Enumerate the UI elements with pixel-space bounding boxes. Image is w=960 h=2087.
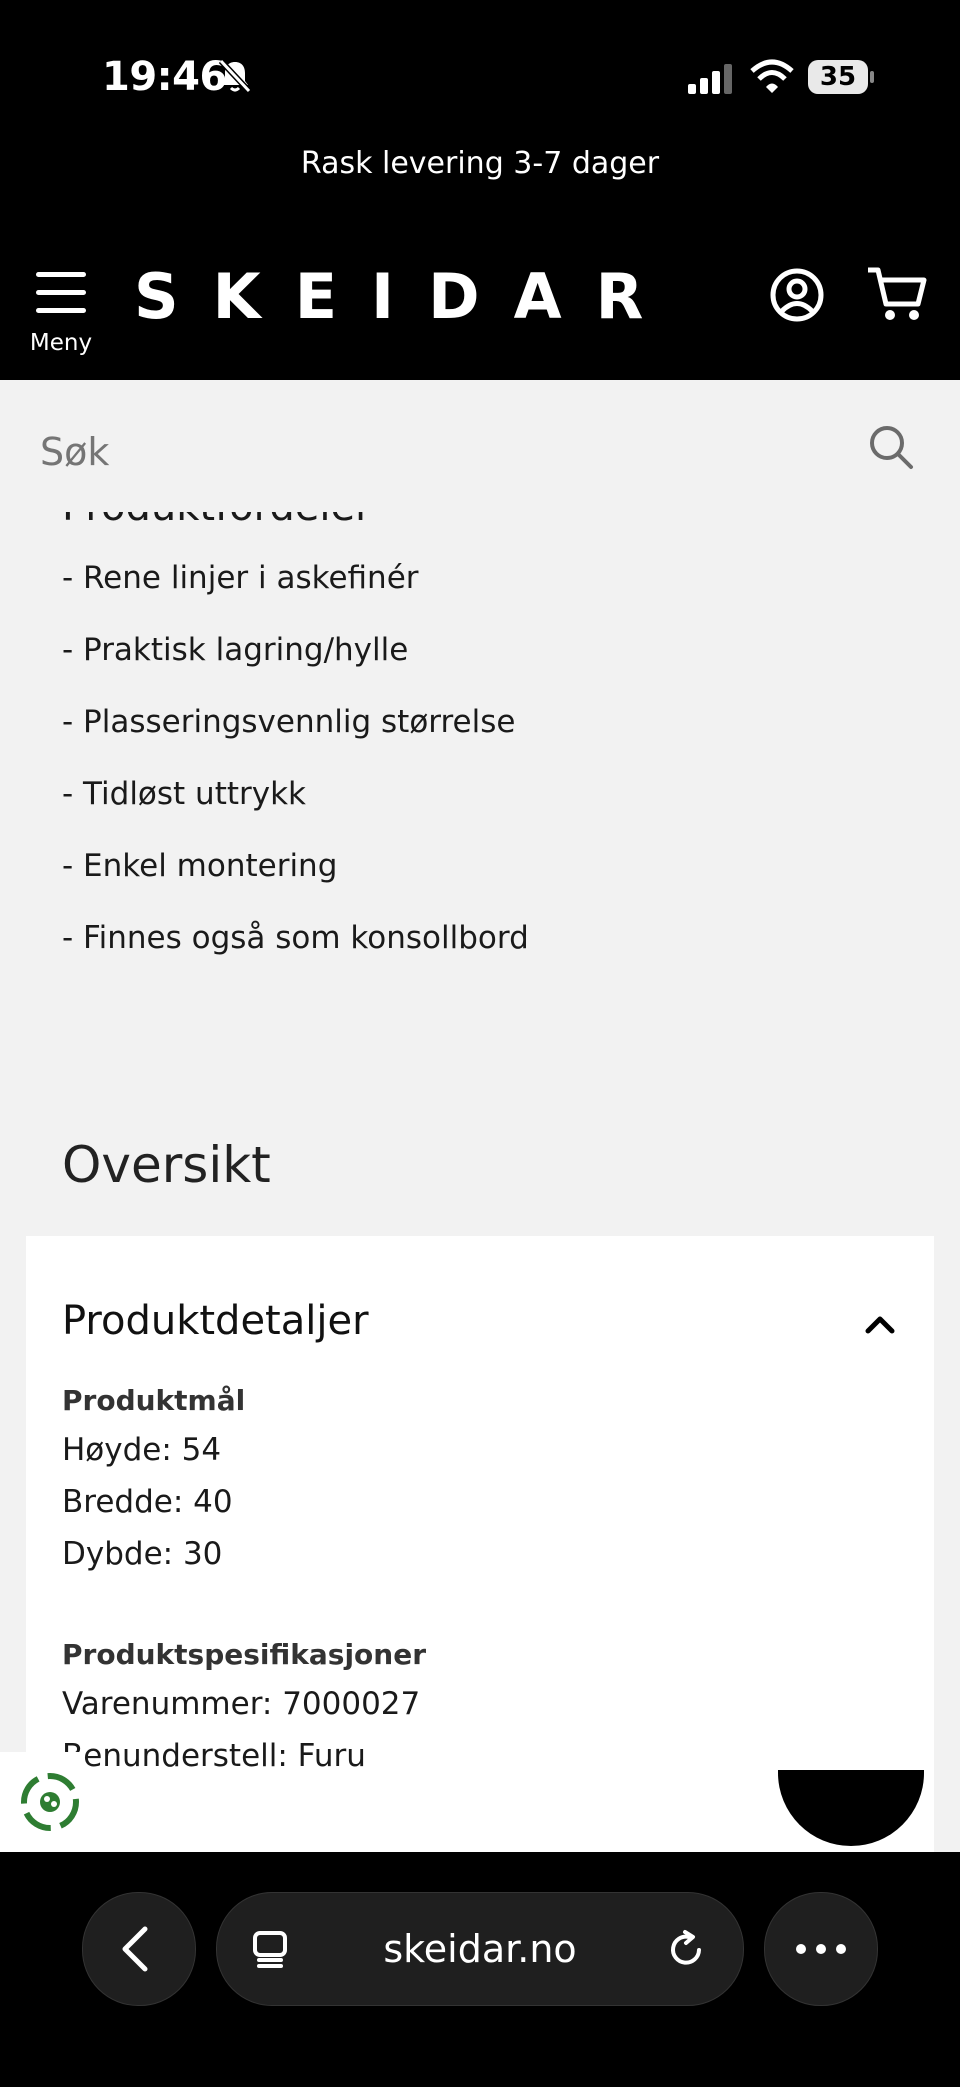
menu-button[interactable]: Meny <box>24 264 98 360</box>
benefit-item: - Praktisk lagring/hylle <box>62 632 409 668</box>
menu-label: Meny <box>29 330 93 356</box>
more-button[interactable] <box>764 1892 878 2006</box>
promo-banner: Rask levering 3-7 dager <box>300 146 660 181</box>
dimensions-heading: Produktmål <box>62 1384 246 1417</box>
overview-title: Oversikt <box>62 1136 271 1194</box>
browser-toolbar: skeidar.no <box>0 1852 960 2087</box>
battery-indicator: 35 <box>808 60 874 96</box>
top-bar: 19:46 35 Rask levering 3-7 dager Meny SK… <box>0 0 960 380</box>
address-bar[interactable]: skeidar.no <box>216 1892 744 2006</box>
cart-icon[interactable] <box>866 264 928 324</box>
back-button[interactable] <box>82 1892 196 2006</box>
signal-icon <box>688 64 732 94</box>
benefit-item: - Plasseringsvennlig størrelse <box>62 704 516 740</box>
product-details-card: Produktdetaljer Produktmål Høyde: 54 Bre… <box>26 1236 934 1852</box>
benefit-item: - Finnes også som konsollbord <box>62 920 529 956</box>
recycle-leaf-icon <box>21 1773 79 1831</box>
benefit-item: - Enkel montering <box>62 848 338 884</box>
spec-item-number: Varenummer: 7000027 <box>62 1686 421 1722</box>
benefit-item: - Tidløst uttrykk <box>62 776 307 812</box>
dimension-width: Bredde: 40 <box>62 1484 233 1520</box>
wifi-icon <box>750 59 794 93</box>
battery-cap <box>870 71 874 83</box>
reload-icon[interactable] <box>665 1929 707 1971</box>
chevron-up-icon[interactable] <box>862 1306 898 1342</box>
status-time: 19:46 <box>102 54 227 100</box>
benefit-item: - Rene linjer i askefinér <box>62 560 419 596</box>
skeidar-logo[interactable]: SKEIDAR <box>134 260 677 333</box>
benefits-title: Produktfordeler <box>62 512 372 530</box>
battery-level: 35 <box>808 60 868 94</box>
specs-heading: Produktspesifikasjoner <box>62 1638 427 1671</box>
eco-badge[interactable] <box>0 1752 84 1852</box>
chevron-left-icon <box>122 1926 148 1972</box>
search-bar <box>0 380 960 512</box>
search-input[interactable] <box>38 426 842 478</box>
search-icon[interactable] <box>866 422 916 472</box>
dimension-depth: Dybde: 30 <box>62 1536 223 1572</box>
account-icon[interactable] <box>768 266 826 324</box>
spec-legs: Benunderstell: Furu <box>62 1738 366 1774</box>
product-details-title[interactable]: Produktdetaljer <box>62 1298 369 1344</box>
bell-muted-icon <box>218 58 252 94</box>
dimension-height: Høyde: 54 <box>62 1432 222 1468</box>
more-dots-icon <box>796 1944 846 1954</box>
page-content: Produktfordeler - Rene linjer i askefiné… <box>0 512 960 1852</box>
